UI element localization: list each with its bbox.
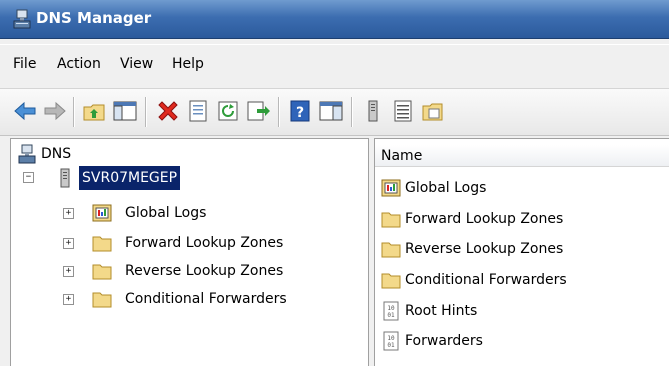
export-list-icon[interactable] [245,98,271,124]
svg-text:10: 10 [387,305,395,312]
menu-action[interactable]: Action [57,56,101,72]
folder-icon [381,239,401,259]
tree-label: Global Logs [125,205,207,221]
binary-file-icon: 10 01 [381,301,401,321]
folder-properties-icon[interactable] [420,98,446,124]
console-tree[interactable]: DNS − SVR07MEGEP + Global Logs + Forward… [10,138,369,366]
toolbar-separator [278,97,280,127]
folder-icon [381,209,401,229]
svg-text:10: 10 [387,335,395,342]
tree-label: DNS [41,146,72,162]
list-item-label: Forwarders [405,333,483,349]
logs-icon [92,203,112,223]
expand-toggle[interactable]: + [63,294,74,305]
svg-text:01: 01 [387,342,395,349]
expand-toggle[interactable]: + [63,238,74,249]
expand-toggle[interactable]: + [63,266,74,277]
column-header-name[interactable]: Name [375,145,669,167]
binary-file-icon: 10 01 [381,331,401,351]
svg-text:?: ? [296,105,304,121]
forward-icon[interactable] [42,98,68,124]
delete-icon[interactable] [155,98,181,124]
list-item-label: Root Hints [405,303,478,319]
help-icon[interactable]: ? [287,98,313,124]
list-icon[interactable] [390,98,416,124]
show-hide-action-pane-icon[interactable] [318,98,344,124]
window-title: DNS Manager [36,9,152,27]
dns-root-icon [17,144,37,164]
toolbar-separator [351,97,353,127]
list-item-label: Conditional Forwarders [405,272,567,288]
details-pane[interactable]: Name Global Logs Forward Lookup Zones Re… [374,138,669,366]
svg-text:01: 01 [387,312,395,319]
tree-label-selected: SVR07MEGEP [79,166,181,190]
tree-label: Forward Lookup Zones [125,235,284,251]
menu-view[interactable]: View [120,56,153,72]
collapse-toggle[interactable]: − [23,172,34,183]
toolbar: ? [0,88,669,136]
show-hide-console-tree-icon[interactable] [112,98,138,124]
refresh-icon[interactable] [215,98,241,124]
folder-icon [92,233,112,253]
list-item-label: Global Logs [405,180,487,196]
dns-manager-icon [13,9,31,29]
list-item-label: Reverse Lookup Zones [405,241,564,257]
toolbar-separator [145,97,147,127]
menu-bar: File Action View Help [0,44,669,85]
server-icon[interactable] [360,98,386,124]
menu-file[interactable]: File [13,56,36,72]
list-item-label: Forward Lookup Zones [405,211,564,227]
tree-label: Reverse Lookup Zones [125,263,284,279]
up-folder-icon[interactable] [82,98,108,124]
title-bar: DNS Manager [0,0,669,39]
folder-icon [92,289,112,309]
menu-help[interactable]: Help [172,56,204,72]
expand-toggle[interactable]: + [63,208,74,219]
tree-label: Conditional Forwarders [125,291,287,307]
folder-icon [381,270,401,290]
logs-icon [381,178,401,198]
toolbar-separator [73,97,75,127]
folder-icon [92,261,112,281]
server-icon [55,168,75,188]
properties-icon[interactable] [185,98,211,124]
back-icon[interactable] [12,98,38,124]
